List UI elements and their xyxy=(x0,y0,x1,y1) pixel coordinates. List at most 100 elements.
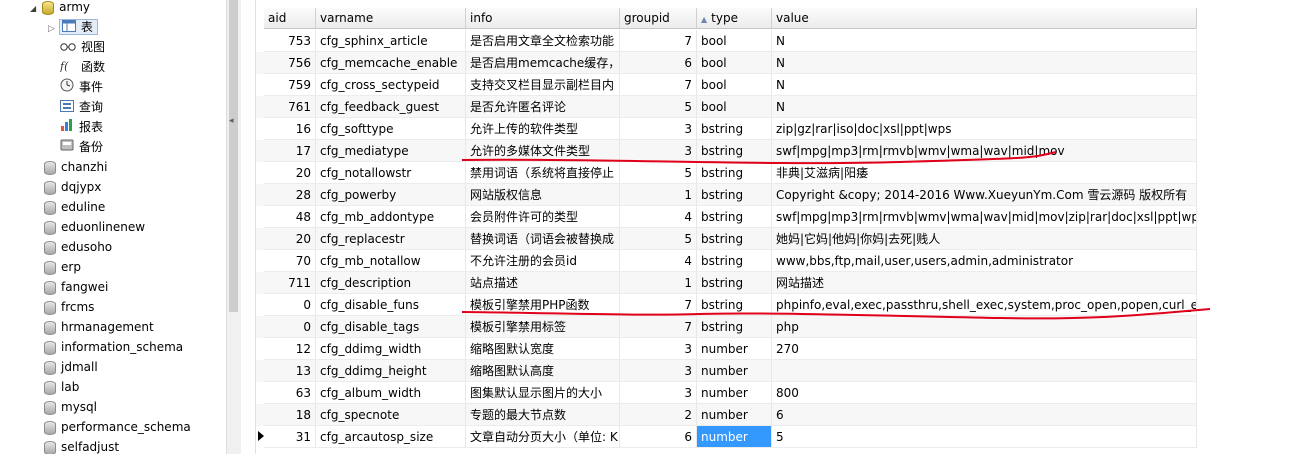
scroll-arrow-icon[interactable]: ◂ xyxy=(229,116,234,126)
cell-groupid[interactable]: 5 xyxy=(620,96,697,118)
cell-aid[interactable]: 761 xyxy=(264,96,316,118)
cell-value[interactable]: www,bbs,ftp,mail,user,users,admin,admini… xyxy=(772,250,1197,272)
cell-varname[interactable]: cfg_arcautosp_size xyxy=(316,426,466,448)
tree-db-erp[interactable]: erp xyxy=(44,257,81,277)
cell-value[interactable]: 非典|艾滋病|阳痿 xyxy=(772,162,1197,184)
cell-type[interactable]: bstring xyxy=(697,228,772,250)
column-header-varname[interactable]: varname xyxy=(316,8,466,29)
cell-aid[interactable]: 20 xyxy=(264,228,316,250)
cell-varname[interactable]: cfg_disable_funs xyxy=(316,294,466,316)
tree-scrollbar[interactable]: ◂ xyxy=(226,0,241,454)
column-header-groupid[interactable]: groupid xyxy=(620,8,697,29)
cell-groupid[interactable]: 6 xyxy=(620,52,697,74)
table-row[interactable]: 16 cfg_softtype 允许上传的软件类型 3 bstring zip|gz|ra… xyxy=(256,118,1197,140)
cell-varname[interactable]: cfg_disable_tags xyxy=(316,316,466,338)
tree-item-view[interactable]: 视图 xyxy=(60,37,105,57)
cell-info[interactable]: 网站版权信息 xyxy=(466,184,620,206)
cell-aid[interactable]: 17 xyxy=(264,140,316,162)
cell-info[interactable]: 文章自动分页大小（单位: K xyxy=(466,426,620,448)
cell-groupid[interactable]: 3 xyxy=(620,338,697,360)
cell-varname[interactable]: cfg_specnote xyxy=(316,404,466,426)
scrollbar-thumb[interactable] xyxy=(229,0,238,312)
cell-groupid[interactable]: 6 xyxy=(620,426,697,448)
cell-info[interactable]: 是否启用memcache缓存， xyxy=(466,52,620,74)
cell-groupid[interactable]: 7 xyxy=(620,316,697,338)
cell-type[interactable]: bstring xyxy=(697,118,772,140)
tree-db-chanzhi[interactable]: chanzhi xyxy=(44,157,107,177)
cell-type[interactable]: bstring xyxy=(697,294,772,316)
cell-aid[interactable]: 16 xyxy=(264,118,316,140)
cell-info[interactable]: 会员附件许可的类型 xyxy=(466,206,620,228)
cell-type[interactable]: number xyxy=(697,360,772,382)
cell-varname[interactable]: cfg_album_width xyxy=(316,382,466,404)
cell-varname[interactable]: cfg_softtype xyxy=(316,118,466,140)
tree-db-selfadjust[interactable]: selfadjust xyxy=(44,437,119,454)
cell-value[interactable]: 她妈|它妈|他妈|你妈|去死|贱人 xyxy=(772,228,1197,250)
column-header-type[interactable]: ▲ type xyxy=(697,8,772,29)
table-row[interactable]: 753 cfg_sphinx_article 是否启用文章全文检索功能 7 bool N xyxy=(256,30,1197,52)
cell-varname[interactable]: cfg_cross_sectypeid xyxy=(316,74,466,96)
cell-type[interactable]: bstring xyxy=(697,316,772,338)
cell-groupid[interactable]: 2 xyxy=(620,404,697,426)
cell-value[interactable]: N xyxy=(772,96,1197,118)
table-row[interactable]: 18 cfg_specnote 专题的最大节点数 2 number 6 xyxy=(256,404,1197,426)
tree-db-eduonlinenew[interactable]: eduonlinenew xyxy=(44,217,145,237)
cell-groupid[interactable]: 5 xyxy=(620,162,697,184)
cell-aid[interactable]: 63 xyxy=(264,382,316,404)
cell-groupid[interactable]: 3 xyxy=(620,140,697,162)
cell-varname[interactable]: cfg_ddimg_width xyxy=(316,338,466,360)
cell-aid[interactable]: 753 xyxy=(264,30,316,52)
tree-db-fangwei[interactable]: fangwei xyxy=(44,277,108,297)
cell-groupid[interactable]: 4 xyxy=(620,250,697,272)
expand-arrow-icon[interactable]: ▷ xyxy=(48,24,55,34)
cell-value[interactable]: swf|mpg|mp3|rm|rmvb|wmv|wma|wav|mid|mov xyxy=(772,140,1197,162)
cell-value[interactable]: 800 xyxy=(772,382,1197,404)
cell-type[interactable]: bstring xyxy=(697,184,772,206)
tree-item-event[interactable]: 事件 xyxy=(60,77,103,97)
cell-aid[interactable]: 13 xyxy=(264,360,316,382)
cell-value[interactable]: Copyright &copy; 2014-2016 Www.XueyunYm.… xyxy=(772,184,1197,206)
tree-item-query[interactable]: 查询 xyxy=(60,97,103,117)
cell-info[interactable]: 专题的最大节点数 xyxy=(466,404,620,426)
tree-db-army[interactable]: ◢ army xyxy=(30,0,90,17)
cell-value[interactable]: 6 xyxy=(772,404,1197,426)
tree-db-dqjypx[interactable]: dqjypx xyxy=(44,177,101,197)
tree-db-lab[interactable]: lab xyxy=(44,377,79,397)
cell-value[interactable]: 网站描述 xyxy=(772,272,1197,294)
cell-varname[interactable]: cfg_sphinx_article xyxy=(316,30,466,52)
cell-aid[interactable]: 756 xyxy=(264,52,316,74)
table-row[interactable]: 17 cfg_mediatype 允许的多媒体文件类型 3 bstring swf|mpg… xyxy=(256,140,1197,162)
cell-groupid[interactable]: 7 xyxy=(620,294,697,316)
tree-item-function[interactable]: f(函数 xyxy=(59,57,105,77)
cell-varname[interactable]: cfg_mediatype xyxy=(316,140,466,162)
cell-value[interactable]: php xyxy=(772,316,1197,338)
cell-info[interactable]: 模板引擎禁用PHP函数 xyxy=(466,294,620,316)
table-row[interactable]: 31 cfg_arcautosp_size 文章自动分页大小（单位: K 6 numbe… xyxy=(256,426,1197,448)
cell-type[interactable]: bool xyxy=(697,52,772,74)
table-row[interactable]: 48 cfg_mb_addontype 会员附件许可的类型 4 bstring swf|m… xyxy=(256,206,1197,228)
cell-varname[interactable]: cfg_memcache_enable xyxy=(316,52,466,74)
cell-varname[interactable]: cfg_mb_notallow xyxy=(316,250,466,272)
table-row[interactable]: 0 cfg_disable_funs 模板引擎禁用PHP函数 7 bstring phpi… xyxy=(256,294,1197,316)
cell-varname[interactable]: cfg_mb_addontype xyxy=(316,206,466,228)
cell-varname[interactable]: cfg_feedback_guest xyxy=(316,96,466,118)
tree-db-mysql[interactable]: mysql xyxy=(44,397,97,417)
tree-db-eduline[interactable]: eduline xyxy=(44,197,105,217)
table-row[interactable]: 711 cfg_description 站点描述 1 bstring 网站描述 xyxy=(256,272,1197,294)
cell-value[interactable]: 5 xyxy=(772,426,1197,448)
cell-value[interactable]: zip|gz|rar|iso|doc|xsl|ppt|wps xyxy=(772,118,1197,140)
cell-value[interactable]: swf|mpg|mp3|rm|rmvb|wmv|wma|wav|mid|mov|… xyxy=(772,206,1197,228)
cell-groupid[interactable]: 3 xyxy=(620,360,697,382)
cell-aid[interactable]: 28 xyxy=(264,184,316,206)
cell-info[interactable]: 替换词语（词语会被替换成 xyxy=(466,228,620,250)
tree-db-edusoho[interactable]: edusoho xyxy=(44,237,112,257)
cell-type[interactable]: number xyxy=(697,426,772,448)
cell-varname[interactable]: cfg_powerby xyxy=(316,184,466,206)
cell-info[interactable]: 不允许注册的会员id xyxy=(466,250,620,272)
cell-aid[interactable]: 0 xyxy=(264,294,316,316)
cell-info[interactable]: 允许的多媒体文件类型 xyxy=(466,140,620,162)
cell-type[interactable]: bstring xyxy=(697,140,772,162)
tree-item-table[interactable]: ▷ 表 xyxy=(48,17,98,37)
table-row[interactable]: 28 cfg_powerby 网站版权信息 1 bstring Copyright &co… xyxy=(256,184,1197,206)
tree-item-backup[interactable]: 备份 xyxy=(60,137,103,157)
